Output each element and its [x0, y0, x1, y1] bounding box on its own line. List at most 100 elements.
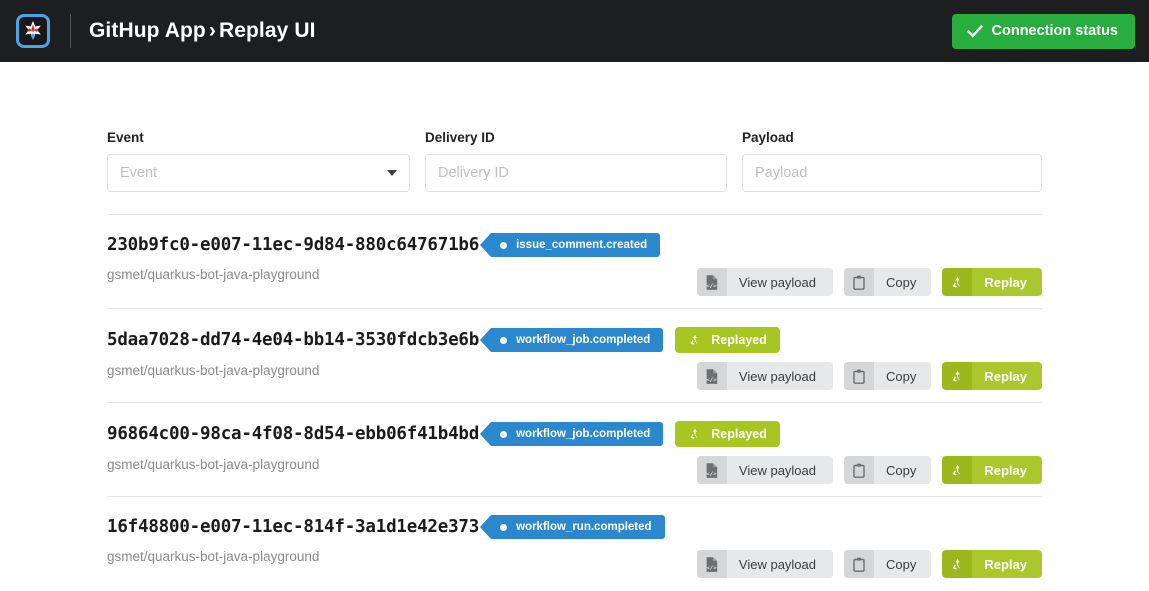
event-type-badge: workflow_run.completed	[491, 515, 664, 539]
content-container: Event Event Delivery ID Payload	[107, 62, 1042, 590]
delivery-row-header: 16f48800-e007-11ec-814f-3a1d1e42e373 wor…	[107, 515, 1042, 539]
recycle-glyph	[950, 369, 965, 384]
clipboard-icon	[844, 550, 874, 578]
recycle-glyph	[950, 275, 965, 290]
copy-button[interactable]: Copy	[844, 550, 931, 578]
header-divider	[70, 14, 71, 48]
delivery-id-value: 230b9fc0-e007-11ec-9d84-880c647671b6	[107, 235, 479, 255]
event-select-value: Event	[120, 165, 157, 181]
page-name: Replay UI	[219, 19, 316, 42]
check-icon	[967, 25, 983, 38]
view-payload-button[interactable]: </> View payload	[697, 268, 833, 296]
file-code-icon: </>	[697, 550, 727, 578]
copy-label: Copy	[874, 456, 931, 484]
replay-button[interactable]: Replay	[942, 550, 1042, 578]
event-type-badge: workflow_job.completed	[491, 328, 663, 352]
copy-button[interactable]: Copy	[844, 456, 931, 484]
quarkus-logo-glyph	[22, 20, 44, 42]
app-name: GitHup App	[89, 19, 206, 42]
badge-dot-icon	[500, 337, 507, 344]
brand: GitHup App›Replay UI	[12, 14, 316, 48]
quarkus-logo-icon	[16, 14, 50, 48]
replay-label: Replay	[972, 362, 1042, 390]
replayed-label: Replayed	[711, 333, 767, 347]
view-payload-label: View payload	[727, 268, 833, 296]
view-payload-button[interactable]: </> View payload	[697, 550, 833, 578]
file-code-glyph: </>	[705, 463, 718, 478]
event-type-badge: issue_comment.created	[491, 233, 660, 257]
filter-bar: Event Event Delivery ID Payload	[107, 130, 1042, 192]
main-content: Event Event Delivery ID Payload	[0, 62, 1149, 590]
clipboard-glyph	[853, 557, 865, 572]
recycle-icon	[942, 268, 972, 296]
replay-label: Replay	[972, 456, 1042, 484]
view-payload-label: View payload	[727, 456, 833, 484]
replay-label: Replay	[972, 550, 1042, 578]
connection-status-button[interactable]: Connection status	[952, 14, 1135, 49]
delivery-row-header: 96864c00-98ca-4f08-8d54-ebb06f41b4bd wor…	[107, 421, 1042, 447]
row-actions: </> View payload Copy	[697, 456, 1042, 484]
recycle-glyph	[950, 463, 965, 478]
view-payload-label: View payload	[727, 550, 833, 578]
badge-dot-icon	[500, 431, 507, 438]
connection-status-label: Connection status	[992, 23, 1118, 39]
delivery-id-filter-label: Delivery ID	[425, 130, 727, 145]
delivery-row-0: 230b9fc0-e007-11ec-9d84-880c647671b6 iss…	[107, 214, 1042, 308]
replay-label: Replay	[972, 268, 1042, 296]
page-title: GitHup App›Replay UI	[89, 19, 316, 43]
event-type-label: workflow_job.completed	[516, 334, 650, 346]
copy-label: Copy	[874, 362, 931, 390]
clipboard-icon	[844, 268, 874, 296]
file-code-glyph: </>	[705, 369, 718, 384]
delivery-id-input[interactable]	[425, 154, 727, 192]
delivery-id-value: 96864c00-98ca-4f08-8d54-ebb06f41b4bd	[107, 424, 479, 444]
delivery-row-1: 5daa7028-dd74-4e04-bb14-3530fdcb3e6b wor…	[107, 308, 1042, 402]
recycle-icon	[688, 333, 702, 347]
view-payload-button[interactable]: </> View payload	[697, 362, 833, 390]
event-select[interactable]: Event	[107, 154, 410, 192]
view-payload-button[interactable]: </> View payload	[697, 456, 833, 484]
payload-filter-field: Payload	[742, 130, 1042, 192]
event-type-badge: workflow_job.completed	[491, 422, 663, 446]
recycle-icon	[942, 362, 972, 390]
file-code-icon: </>	[697, 456, 727, 484]
recycle-glyph	[950, 557, 965, 572]
replayed-badge: Replayed	[675, 327, 780, 353]
file-code-glyph: </>	[705, 275, 718, 290]
delivery-row-2: 96864c00-98ca-4f08-8d54-ebb06f41b4bd wor…	[107, 402, 1042, 496]
file-code-glyph: </>	[705, 557, 718, 572]
replay-button[interactable]: Replay	[942, 362, 1042, 390]
copy-label: Copy	[874, 268, 931, 296]
file-code-icon: </>	[697, 362, 727, 390]
row-actions: </> View payload Copy	[697, 362, 1042, 390]
event-type-label: workflow_job.completed	[516, 428, 650, 440]
event-select-wrap: Event	[107, 154, 410, 192]
app-header: GitHup App›Replay UI Connection status	[0, 0, 1149, 62]
svg-text:</>: </>	[707, 471, 718, 477]
payload-input[interactable]	[742, 154, 1042, 192]
recycle-icon	[942, 550, 972, 578]
clipboard-glyph	[853, 463, 865, 478]
clipboard-glyph	[853, 369, 865, 384]
delivery-id-value: 5daa7028-dd74-4e04-bb14-3530fdcb3e6b	[107, 330, 479, 350]
svg-text:</>: </>	[707, 565, 718, 571]
recycle-icon	[942, 456, 972, 484]
replayed-label: Replayed	[711, 427, 767, 441]
replayed-badge: Replayed	[675, 421, 780, 447]
replay-button[interactable]: Replay	[942, 456, 1042, 484]
event-type-label: issue_comment.created	[516, 239, 647, 251]
delivery-list: 230b9fc0-e007-11ec-9d84-880c647671b6 iss…	[107, 214, 1042, 590]
delivery-id-filter-field: Delivery ID	[425, 130, 727, 192]
svg-text:</>: </>	[707, 377, 718, 383]
copy-label: Copy	[874, 550, 931, 578]
file-code-icon: </>	[697, 268, 727, 296]
clipboard-icon	[844, 456, 874, 484]
delivery-row-header: 5daa7028-dd74-4e04-bb14-3530fdcb3e6b wor…	[107, 327, 1042, 353]
delivery-row-3: 16f48800-e007-11ec-814f-3a1d1e42e373 wor…	[107, 496, 1042, 590]
breadcrumb-separator: ›	[206, 19, 219, 42]
copy-button[interactable]: Copy	[844, 268, 931, 296]
copy-button[interactable]: Copy	[844, 362, 931, 390]
view-payload-label: View payload	[727, 362, 833, 390]
replay-button[interactable]: Replay	[942, 268, 1042, 296]
payload-input-wrap	[742, 154, 1042, 192]
